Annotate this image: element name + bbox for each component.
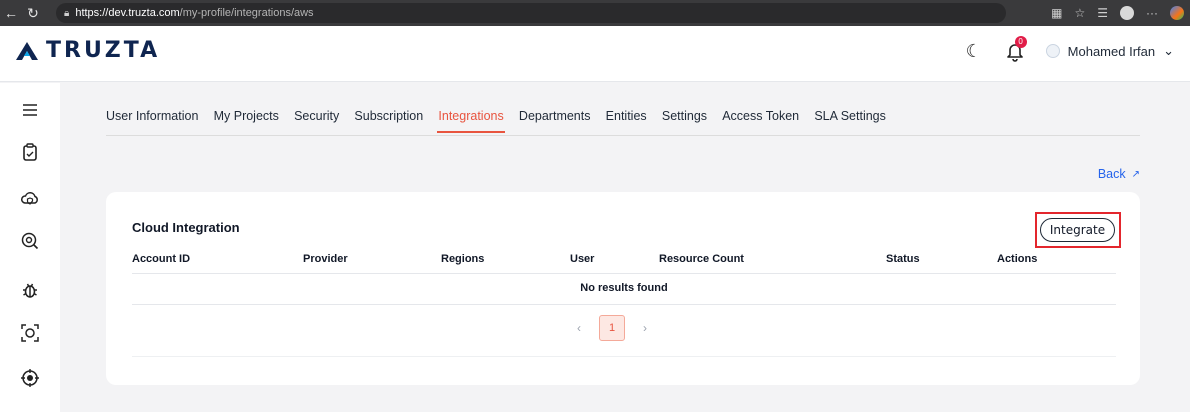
back-arrow-icon[interactable]: ← — [0, 2, 22, 24]
reader-view-icon[interactable]: ▦ — [1051, 6, 1062, 20]
dark-mode-moon-icon[interactable]: ☾ — [964, 41, 984, 61]
tab-access-token[interactable]: Access Token — [715, 107, 807, 133]
brand-logo[interactable]: TRUZTA — [14, 38, 160, 63]
browser-actions: ▦ ☆ ☰ ··· — [1051, 3, 1184, 23]
main-content: User Information My Projects Security Su… — [60, 83, 1190, 412]
brand-name: TRUZTA — [46, 38, 161, 63]
notification-badge: 0 — [1014, 36, 1027, 48]
favorites-list-icon[interactable]: ☰ — [1097, 6, 1108, 20]
table-header-divider — [132, 273, 1116, 274]
browser-profile-icon[interactable] — [1120, 6, 1134, 20]
more-options-icon[interactable]: ··· — [1146, 6, 1158, 20]
column-header-user[interactable]: User — [570, 253, 594, 265]
integrate-button[interactable]: Integrate — [1040, 218, 1115, 242]
bug-icon[interactable] — [20, 280, 40, 300]
cloud-integration-card: Cloud Integration Integrate Account ID P… — [106, 192, 1140, 385]
sidebar — [0, 83, 60, 412]
app-header: TRUZTA ☾ 0 Mohamed Irfan ⌄ — [0, 26, 1190, 82]
column-header-provider[interactable]: Provider — [303, 253, 348, 265]
tab-user-information[interactable]: User Information — [106, 107, 206, 133]
tab-settings[interactable]: Settings — [654, 107, 714, 133]
reload-icon[interactable]: ↻ — [22, 2, 44, 24]
tab-entities[interactable]: Entities — [598, 107, 654, 133]
header-actions: ☾ 0 Mohamed Irfan ⌄ — [964, 36, 1174, 62]
chevron-down-icon: ⌄ — [1163, 43, 1174, 58]
tab-integrations[interactable]: Integrations — [431, 107, 512, 133]
cloud-shield-icon[interactable] — [20, 189, 40, 209]
scan-frame-icon[interactable] — [20, 323, 40, 343]
user-name: Mohamed Irfan — [1067, 43, 1156, 59]
tab-sla-settings[interactable]: SLA Settings — [807, 107, 894, 133]
pagination-divider — [132, 356, 1116, 357]
favorite-star-icon[interactable]: ☆ — [1074, 6, 1085, 20]
back-label: Back — [1097, 167, 1126, 181]
table-bottom-divider — [132, 304, 1116, 305]
next-page-icon[interactable]: › — [639, 321, 651, 335]
column-header-resource-count[interactable]: Resource Count — [659, 253, 744, 265]
tab-my-projects[interactable]: My Projects — [206, 107, 286, 133]
profile-tabs: User Information My Projects Security Su… — [106, 107, 893, 133]
clipboard-check-icon[interactable] — [20, 142, 40, 162]
page-number-button[interactable]: 1 — [599, 315, 625, 341]
empty-state-message: No results found — [580, 282, 668, 294]
browser-toolbar: ← ↻ 🔒︎ https://dev.truzta.com /my-profil… — [0, 0, 1190, 26]
tab-departments[interactable]: Departments — [511, 107, 598, 133]
menu-icon[interactable] — [20, 100, 40, 120]
address-bar[interactable]: 🔒︎ https://dev.truzta.com /my-profile/in… — [56, 3, 1006, 23]
brand-mark-icon — [16, 41, 38, 60]
column-header-actions[interactable]: Actions — [997, 253, 1037, 265]
lock-icon: 🔒︎ — [64, 7, 70, 19]
user-menu[interactable]: Mohamed Irfan ⌄ — [1045, 43, 1174, 59]
tab-subscription[interactable]: Subscription — [347, 107, 431, 133]
user-avatar — [1045, 44, 1060, 58]
tab-security[interactable]: Security — [286, 107, 346, 133]
column-header-account-id[interactable]: Account ID — [132, 253, 190, 265]
arrow-up-right-icon: ↗ — [1131, 168, 1140, 180]
url-path: /my-profile/integrations/aws — [179, 7, 314, 19]
notifications-bell-icon[interactable]: 0 — [1004, 36, 1027, 62]
search-scan-icon[interactable] — [20, 231, 40, 251]
column-header-status[interactable]: Status — [886, 253, 920, 265]
url-host: https://dev.truzta.com — [75, 7, 180, 19]
table-header: Account ID Provider Regions User Resourc… — [132, 250, 1116, 272]
column-header-regions[interactable]: Regions — [441, 253, 484, 265]
copilot-icon[interactable] — [1170, 6, 1184, 20]
card-title: Cloud Integration — [132, 220, 240, 235]
back-link[interactable]: Back ↗ — [1098, 167, 1140, 181]
previous-page-icon[interactable]: ‹ — [573, 321, 585, 335]
tabs-divider — [106, 135, 1140, 136]
pagination: ‹ 1 › — [573, 315, 651, 341]
crosshair-icon[interactable] — [20, 368, 40, 388]
